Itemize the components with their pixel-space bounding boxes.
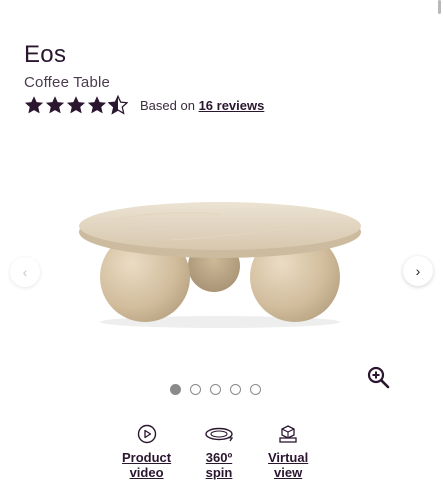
reviews-prefix: Based on [140, 97, 195, 113]
virtual-view-button[interactable]: Virtual view [268, 424, 308, 480]
gallery-dot[interactable] [230, 384, 241, 395]
zoom-in-icon[interactable] [366, 365, 390, 389]
gallery-next-button[interactable]: › [403, 256, 433, 286]
spin-360-label: 360º spin [206, 450, 233, 480]
virtual-view-label-line2: view [274, 465, 303, 480]
star-full-icon [45, 96, 65, 114]
gallery-prev-button[interactable]: ‹ [10, 257, 40, 287]
play-circle-icon [137, 424, 156, 444]
product-video-label: Product video [122, 450, 171, 480]
virtual-view-label: Virtual view [268, 450, 308, 480]
gallery-dot[interactable] [210, 384, 221, 395]
star-full-icon [87, 96, 107, 114]
star-full-icon [66, 96, 86, 114]
product-video-label-line2: video [129, 465, 164, 480]
spin-360-button[interactable]: 360º spin [203, 424, 235, 480]
product-image[interactable] [70, 180, 370, 330]
gallery-dot[interactable] [170, 384, 181, 395]
spin-360-label-line1: 360º [205, 450, 233, 465]
reviews-summary: Based on 16 reviews [140, 98, 264, 113]
gallery-dot[interactable] [190, 384, 201, 395]
reviews-link[interactable]: 16 reviews [199, 98, 265, 113]
virtual-view-label-line1: Virtual [268, 450, 309, 465]
rating-stars [24, 95, 128, 115]
gallery-dot[interactable] [250, 384, 261, 395]
rotate-360-icon [205, 427, 234, 442]
product-category: Coffee Table [24, 74, 111, 91]
chevron-left-icon: ‹ [22, 264, 28, 280]
scrollbar[interactable] [438, 0, 441, 14]
star-full-icon [24, 96, 44, 114]
chevron-right-icon: › [415, 263, 421, 279]
star-half-icon [108, 95, 128, 115]
product-video-label-line1: Product [122, 450, 172, 465]
product-video-button[interactable]: Product video [122, 424, 171, 480]
ar-cube-icon [279, 425, 297, 443]
rating-row: Based on 16 reviews [24, 95, 264, 115]
spin-360-label-line2: spin [205, 465, 233, 480]
gallery-pagination [170, 384, 261, 395]
product-title: Eos [24, 41, 67, 68]
